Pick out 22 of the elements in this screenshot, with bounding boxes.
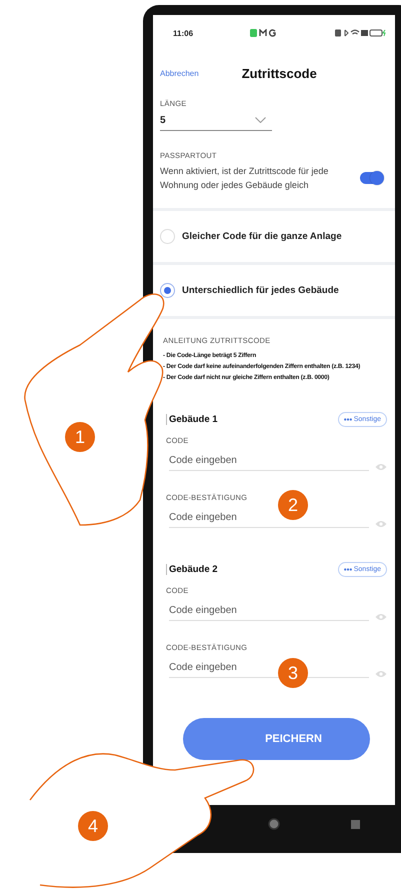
save-button[interactable]: PEICHERN [183, 718, 370, 760]
building-title: Gebäude 2 [166, 564, 218, 574]
cancel-link[interactable]: Abbrechen [160, 68, 199, 78]
system-status-icons [335, 29, 387, 37]
dots-icon [344, 568, 352, 570]
dots-icon [344, 418, 352, 420]
eye-icon[interactable] [375, 613, 387, 621]
radio-button[interactable] [160, 229, 175, 244]
radio-option[interactable]: Gleicher Code für die ganze Anlage [153, 211, 395, 262]
chevron-down-icon [255, 117, 266, 123]
passpartout-toggle[interactable] [360, 172, 382, 184]
recents-icon[interactable] [350, 820, 360, 828]
status-time: 11:06 [173, 28, 194, 38]
notification-icons [250, 29, 278, 37]
building-title: Gebäude 1 [166, 414, 218, 424]
screen-title: Zutrittscode [242, 66, 317, 80]
eye-icon[interactable] [375, 520, 387, 528]
home-icon[interactable] [268, 818, 280, 830]
passpartout-description: Wenn aktiviert, ist der Zutrittscode für jede Wohnung oder jedes Gebäude gleich [160, 165, 330, 192]
eye-icon[interactable] [375, 670, 387, 678]
length-dropdown[interactable]: 5 [160, 110, 272, 131]
eye-icon[interactable] [375, 463, 387, 471]
